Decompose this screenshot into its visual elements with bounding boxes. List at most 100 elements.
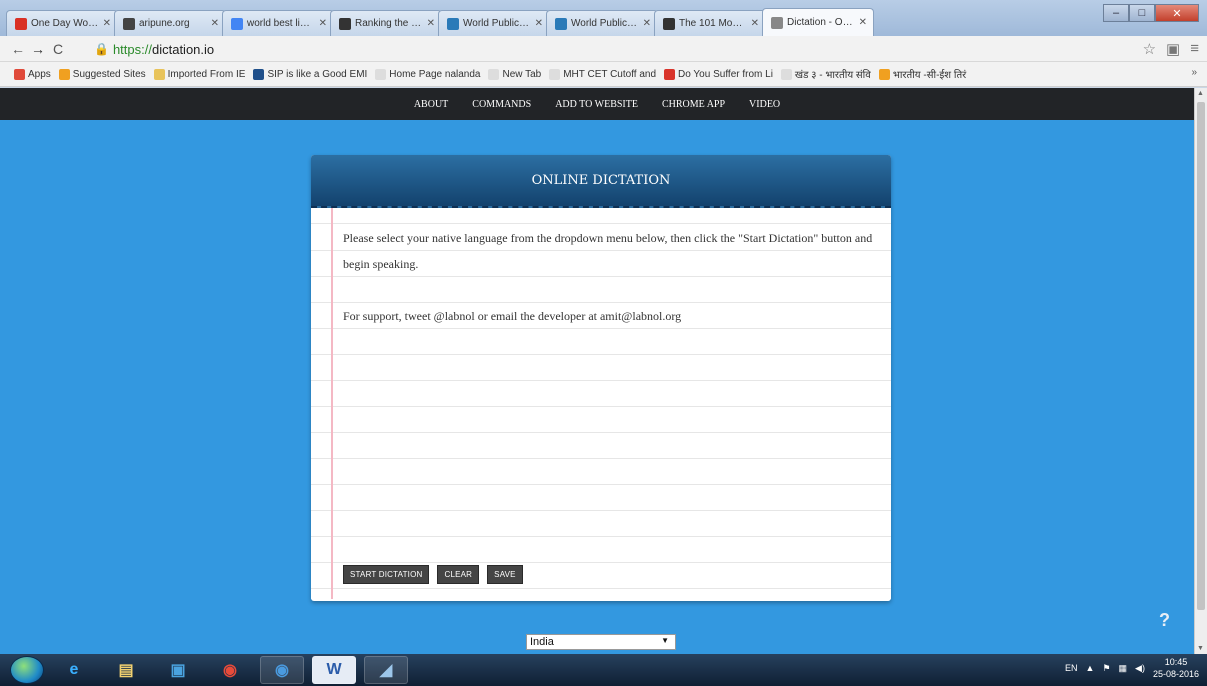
- tab-title: The 101 Most U: [679, 18, 747, 29]
- internet-explorer-icon[interactable]: e: [52, 656, 96, 684]
- network-icon[interactable]: ▦: [1119, 663, 1128, 674]
- start-button[interactable]: [10, 656, 44, 684]
- bookmark-label: Suggested Sites: [72, 68, 146, 80]
- bookmark-label: Apps: [28, 68, 51, 80]
- close-tab-icon[interactable]: ✕: [535, 18, 543, 29]
- bookmark-icon: [375, 68, 387, 80]
- bookmark-item[interactable]: Suggested Sites: [58, 67, 146, 81]
- scroll-down-arrow-icon[interactable]: ▼: [1197, 645, 1204, 652]
- browser-tab[interactable]: aripune.org ✕: [114, 10, 226, 36]
- browser-tab[interactable]: World Public Lib ✕: [546, 10, 658, 36]
- url-field[interactable]: 🔒 https:// dictation.io: [94, 39, 1124, 59]
- show-hidden-icons-icon[interactable]: ▲: [1086, 663, 1095, 673]
- bookmark-label: SIP is like a Good EMI: [267, 68, 368, 80]
- bookmark-icon: [878, 68, 890, 80]
- card-title: ONLINE DICTATION: [531, 173, 671, 188]
- scroll-up-arrow-icon[interactable]: ▲: [1197, 90, 1204, 97]
- bookmark-star-icon[interactable]: ☆: [1143, 40, 1156, 58]
- back-button[interactable]: ←: [8, 41, 28, 57]
- site-icon: [339, 17, 351, 30]
- browser-tab[interactable]: One Day Worksh ✕: [6, 10, 118, 36]
- nav-video[interactable]: VIDEO: [749, 99, 780, 110]
- save-button[interactable]: SAVE: [487, 565, 523, 584]
- bookmark-item[interactable]: SIP is like a Good EMI: [253, 67, 367, 81]
- page-scrollbar[interactable]: ▲ ▼: [1194, 88, 1207, 654]
- close-tab-icon[interactable]: ✕: [859, 17, 867, 28]
- start-dictation-button[interactable]: START DICTATION: [343, 565, 430, 584]
- clock[interactable]: 10:45 25-08-2016: [1153, 656, 1199, 680]
- windows-taskbar: e ▤ ▣ ◉ ◉ W ◢ EN ▲ ⚑ ▦ ◀) 10:45 25-08-20…: [0, 654, 1207, 686]
- nav-commands[interactable]: COMMANDS: [472, 99, 531, 110]
- support-text: For support, tweet @labnol or email the …: [343, 309, 682, 323]
- bookmark-icon: [58, 68, 70, 80]
- word-icon[interactable]: W: [312, 656, 356, 684]
- extension-icon[interactable]: ▣: [1166, 40, 1180, 58]
- browser-tab[interactable]: World Public Lib ✕: [438, 10, 550, 36]
- bookmark-label: Do You Suffer from Li: [678, 68, 773, 80]
- address-bar: ← → C 🔒 https:// dictation.io ☆ ▣ ≡: [0, 36, 1207, 62]
- system-tray: EN ▲ ⚑ ▦ ◀) 10:45 25-08-2016: [1065, 656, 1199, 680]
- dictation-card: ONLINE DICTATION Please select your nati…: [311, 155, 891, 601]
- bookmarks-bar: Apps Suggested Sites Imported From IE SIP i…: [0, 62, 1207, 87]
- browser-tab[interactable]: world best librar ✕: [222, 10, 334, 36]
- help-icon[interactable]: ?: [1159, 610, 1170, 631]
- google-icon: [231, 17, 243, 30]
- bookmarks-overflow-button[interactable]: »: [1191, 67, 1197, 78]
- menu-icon[interactable]: ≡: [1190, 40, 1199, 58]
- bookmark-label: खंड ३ - भारतीय संवि: [794, 70, 871, 81]
- chrome-icon[interactable]: ◉: [208, 656, 252, 684]
- volume-icon[interactable]: ◀): [1135, 663, 1145, 674]
- bookmark-item[interactable]: Do You Suffer from Li: [664, 67, 773, 81]
- nav-add-to-website[interactable]: ADD TO WEBSITE: [555, 99, 638, 110]
- bookmark-item[interactable]: भारतीय -सी-ईश तिरं: [878, 67, 966, 81]
- browser-tab[interactable]: Ranking the Wo ✕: [330, 10, 442, 36]
- nav-about[interactable]: ABOUT: [414, 99, 448, 110]
- language-select[interactable]: India ▼: [526, 634, 676, 650]
- card-header: ONLINE DICTATION: [311, 155, 891, 208]
- bookmark-item[interactable]: Home Page nalanda: [375, 67, 480, 81]
- tab-title: One Day Worksh: [31, 18, 99, 29]
- globe-icon: [447, 17, 459, 30]
- chrome-window-icon[interactable]: ◉: [260, 656, 304, 684]
- app-window-icon[interactable]: ◢: [364, 656, 408, 684]
- bookmark-item[interactable]: Apps: [14, 67, 51, 81]
- bookmark-icon: [549, 68, 561, 80]
- browser-tab[interactable]: The 101 Most U ✕: [654, 10, 766, 36]
- close-window-button[interactable]: ✕: [1155, 4, 1199, 22]
- language-selected-value: India: [530, 636, 554, 648]
- maximize-button[interactable]: □: [1129, 4, 1155, 22]
- close-tab-icon[interactable]: ✕: [319, 18, 327, 29]
- bookmark-item[interactable]: MHT CET Cutoff and: [549, 67, 656, 81]
- bookmark-item[interactable]: New Tab: [488, 67, 541, 81]
- language-indicator[interactable]: EN: [1065, 663, 1078, 673]
- reload-button[interactable]: C: [48, 41, 68, 57]
- card-actions: START DICTATION CLEAR SAVE: [343, 565, 523, 584]
- tab-title: World Public Lib: [571, 18, 639, 29]
- close-tab-icon[interactable]: ✕: [643, 18, 651, 29]
- site-nav: ABOUT COMMANDS ADD TO WEBSITE CHROME APP…: [0, 88, 1194, 120]
- close-tab-icon[interactable]: ✕: [211, 18, 219, 29]
- media-player-icon[interactable]: ▣: [156, 656, 200, 684]
- close-tab-icon[interactable]: ✕: [427, 18, 435, 29]
- gmail-icon: [15, 17, 27, 30]
- page-icon: [771, 16, 783, 29]
- lock-icon: 🔒: [94, 42, 109, 56]
- bookmark-icon: [253, 68, 265, 80]
- browser-tab-strip: One Day Worksh✕aripune.org✕world best li…: [0, 0, 1207, 36]
- browser-tab[interactable]: Dictation - Onlin ✕: [762, 8, 874, 36]
- file-explorer-icon[interactable]: ▤: [104, 656, 148, 684]
- bookmark-item[interactable]: Imported From IE: [153, 67, 246, 81]
- clear-button[interactable]: CLEAR: [437, 565, 480, 584]
- instructions-text: Please select your native language from …: [343, 231, 873, 271]
- notepad-text[interactable]: Please select your native language from …: [343, 225, 877, 355]
- minimize-button[interactable]: –: [1103, 4, 1129, 22]
- scrollbar-thumb[interactable]: [1197, 102, 1205, 610]
- bookmark-item[interactable]: खंड ३ - भारतीय संवि: [780, 67, 871, 81]
- forward-button[interactable]: →: [28, 41, 48, 57]
- bookmark-label: Imported From IE: [167, 68, 246, 80]
- nav-chrome-app[interactable]: CHROME APP: [662, 99, 725, 110]
- close-tab-icon[interactable]: ✕: [751, 18, 759, 29]
- flag-icon[interactable]: ⚑: [1102, 663, 1110, 674]
- close-tab-icon[interactable]: ✕: [103, 18, 111, 29]
- dictation-notepad[interactable]: Please select your native language from …: [311, 208, 891, 599]
